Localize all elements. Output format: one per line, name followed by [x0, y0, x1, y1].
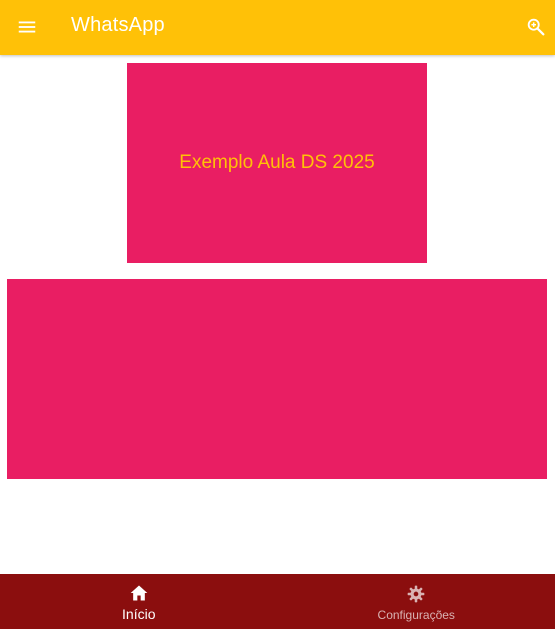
bottom-navigation: Início Configurações	[0, 574, 555, 629]
nav-item-settings[interactable]: Configurações	[278, 574, 555, 629]
menu-icon	[18, 21, 36, 33]
app-screen: WhatsApp Exemplo Aula DS 2025 Início Con…	[0, 0, 555, 629]
nav-item-home[interactable]: Início	[0, 574, 278, 629]
home-icon	[130, 585, 148, 601]
app-title: WhatsApp	[71, 14, 165, 36]
nav-item-home-label: Início	[122, 606, 156, 622]
wide-card	[7, 279, 547, 479]
zoom-search-button[interactable]	[521, 12, 551, 42]
example-card: Exemplo Aula DS 2025	[127, 63, 427, 263]
zoom-in-icon	[527, 18, 545, 36]
menu-button[interactable]	[12, 12, 42, 42]
app-bar: WhatsApp	[0, 0, 555, 55]
example-card-text: Exemplo Aula DS 2025	[179, 152, 375, 173]
settings-icon	[407, 585, 425, 602]
nav-item-settings-label: Configurações	[377, 607, 455, 622]
